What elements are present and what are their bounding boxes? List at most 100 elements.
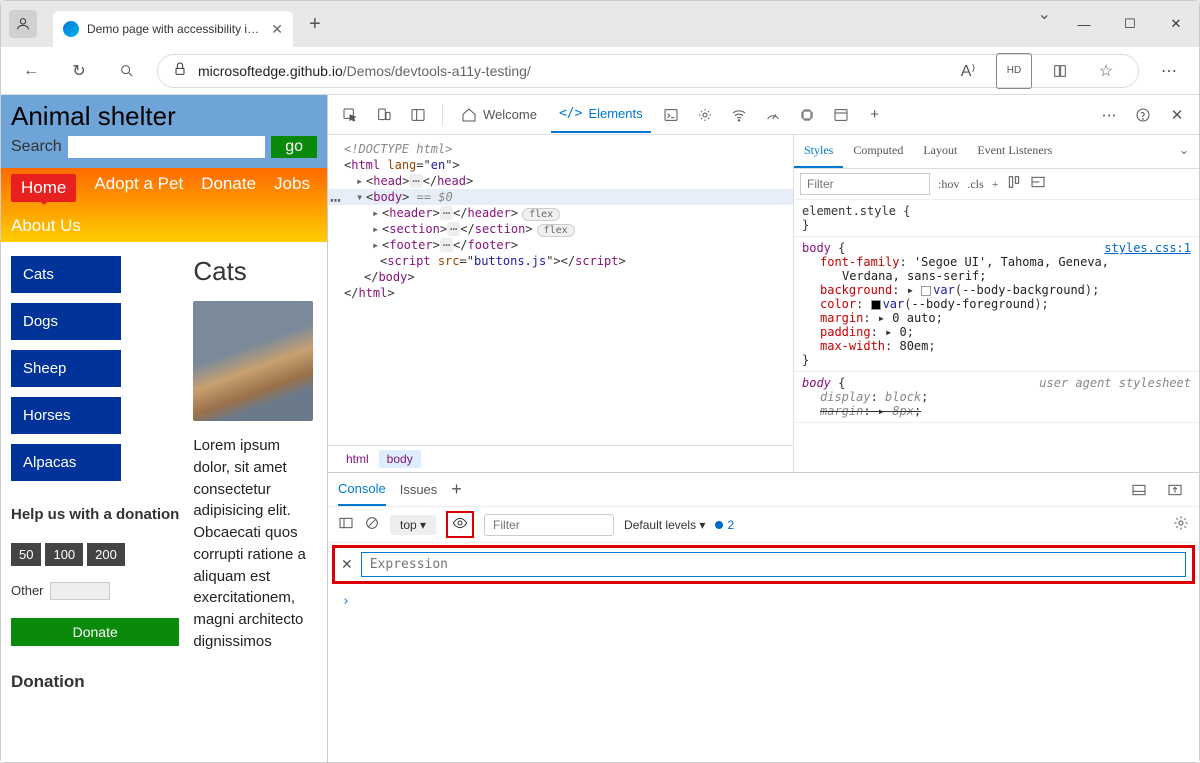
rendered-page: Animal shelter Search go Home Adopt a Pe…	[1, 95, 327, 762]
refresh-button[interactable]: ↻	[61, 53, 97, 89]
edge-favicon	[63, 21, 79, 37]
application-icon[interactable]	[827, 101, 855, 129]
dock-icon[interactable]	[404, 101, 432, 129]
go-button[interactable]: go	[271, 136, 317, 158]
layout-tab[interactable]: Layout	[913, 135, 967, 168]
nav-about[interactable]: About Us	[11, 216, 81, 236]
computed-toggle-icon[interactable]	[1030, 174, 1046, 194]
donate-button[interactable]: Donate	[11, 618, 179, 646]
elements-tab[interactable]: </>Elements	[551, 96, 651, 133]
favorite-icon[interactable]: ☆	[1088, 53, 1124, 89]
search-input[interactable]	[68, 136, 266, 158]
url-text: microsoftedge.github.io/Demos/devtools-a…	[198, 63, 940, 79]
live-expression-row: ✕	[332, 545, 1195, 584]
memory-icon[interactable]	[793, 101, 821, 129]
maximize-button[interactable]: ☐	[1107, 4, 1153, 44]
console-icon[interactable]	[657, 101, 685, 129]
issues-tab[interactable]: Issues	[400, 474, 438, 505]
browser-toolbar: ← ↻ microsoftedge.github.io/Demos/devtoo…	[1, 47, 1199, 95]
console-filter-input[interactable]	[484, 514, 614, 536]
sidebar-horses[interactable]: Horses	[11, 397, 121, 434]
tab-title: Demo page with accessibility issu	[87, 22, 263, 36]
css-source-link[interactable]: styles.css:1	[1104, 241, 1191, 255]
crumb-html[interactable]: html	[338, 450, 377, 468]
flex-editor-icon[interactable]	[1006, 174, 1022, 194]
titlebar: Demo page with accessibility issu ✕ + ⌄ …	[1, 1, 1199, 47]
url-bar[interactable]: microsoftedge.github.io/Demos/devtools-a…	[157, 54, 1139, 88]
styles-panel: Styles Computed Layout Event Listeners ⌄…	[793, 135, 1199, 472]
amount-50[interactable]: 50	[11, 543, 41, 566]
hd-icon[interactable]: HD	[996, 53, 1032, 89]
live-expression-input[interactable]	[361, 552, 1186, 577]
drawer-dock-icon[interactable]	[1125, 476, 1153, 504]
live-expression-button[interactable]	[446, 511, 474, 538]
profile-icon[interactable]	[9, 10, 37, 38]
drawer-add-icon[interactable]: +	[451, 479, 462, 500]
lorem-text: Lorem ipsum dolor, sit amet consectetur …	[193, 435, 317, 653]
hov-button[interactable]: :hov	[938, 177, 959, 192]
amount-100[interactable]: 100	[45, 543, 83, 566]
nav-home[interactable]: Home	[11, 174, 76, 202]
cat-image	[193, 301, 313, 421]
crumb-body[interactable]: body	[379, 450, 421, 468]
devtools-close-icon[interactable]: ✕	[1163, 101, 1191, 129]
page-heading: Cats	[193, 256, 317, 287]
sidebar-alpacas[interactable]: Alpacas	[11, 444, 121, 481]
sidebar-cats[interactable]: Cats	[11, 256, 121, 293]
browser-tab[interactable]: Demo page with accessibility issu ✕	[53, 11, 293, 47]
new-tab-button[interactable]: +	[297, 13, 333, 36]
search-button[interactable]	[109, 53, 145, 89]
new-rule-icon[interactable]: +	[992, 177, 999, 192]
breadcrumbs: html body	[328, 445, 793, 472]
nav-donate[interactable]: Donate	[201, 174, 256, 202]
welcome-tab[interactable]: Welcome	[453, 97, 545, 133]
reader-icon[interactable]	[1042, 53, 1078, 89]
log-levels[interactable]: Default levels ▾	[624, 518, 705, 532]
sidebar-toggle-icon[interactable]	[338, 515, 354, 534]
read-aloud-icon[interactable]: A⁾	[950, 53, 986, 89]
amount-200[interactable]: 200	[87, 543, 125, 566]
styles-tab[interactable]: Styles	[794, 135, 843, 168]
context-selector[interactable]: top ▾	[390, 515, 436, 535]
sidebar-sheep[interactable]: Sheep	[11, 350, 121, 387]
dom-tree[interactable]: <!DOCTYPE html> <html lang="en"> ▸<head>…	[328, 135, 793, 445]
main-nav: Home Adopt a Pet Donate Jobs About Us	[1, 168, 327, 242]
inspect-icon[interactable]	[336, 101, 364, 129]
other-input[interactable]	[50, 582, 110, 600]
devtools-more-icon[interactable]: ⋯	[1095, 101, 1123, 129]
donation-heading: Donation	[11, 672, 179, 692]
minimize-button[interactable]: ―	[1061, 4, 1107, 44]
device-toggle-icon[interactable]	[370, 101, 398, 129]
nav-jobs[interactable]: Jobs	[274, 174, 310, 202]
ua-label: user agent stylesheet	[1039, 376, 1191, 390]
event-listeners-tab[interactable]: Event Listeners	[967, 135, 1062, 168]
cls-button[interactable]: .cls	[967, 177, 983, 192]
drawer-expand-icon[interactable]	[1161, 476, 1189, 504]
performance-icon[interactable]	[759, 101, 787, 129]
sidebar-dogs[interactable]: Dogs	[11, 303, 121, 340]
help-icon[interactable]	[1129, 101, 1157, 129]
console-drawer: Console Issues + top ▾ Default levels ▾	[328, 472, 1199, 762]
more-tabs-icon[interactable]: +	[861, 101, 889, 129]
console-tab[interactable]: Console	[338, 473, 386, 506]
sources-icon[interactable]	[691, 101, 719, 129]
element-style-selector[interactable]: element.style {	[802, 204, 1191, 218]
computed-tab[interactable]: Computed	[843, 135, 913, 168]
devtools: Welcome </>Elements + ⋯ ✕ <!DOCTYPE html…	[327, 95, 1199, 762]
console-prompt[interactable]: ›	[328, 586, 1199, 617]
other-label: Other	[11, 583, 44, 598]
live-close-icon[interactable]: ✕	[341, 556, 353, 573]
close-window-button[interactable]: ✕	[1153, 4, 1199, 44]
help-title: Help us with a donation	[11, 505, 179, 525]
more-button[interactable]: ⋯	[1151, 53, 1187, 89]
network-icon[interactable]	[725, 101, 753, 129]
nav-adopt[interactable]: Adopt a Pet	[94, 174, 183, 202]
styles-filter-input[interactable]	[800, 173, 930, 195]
styles-more-icon[interactable]: ⌄	[1169, 135, 1199, 168]
tab-close-icon[interactable]: ✕	[271, 21, 283, 38]
console-settings-icon[interactable]	[1173, 515, 1189, 534]
clear-console-icon[interactable]	[364, 515, 380, 534]
window-chevron-icon[interactable]: ⌄	[1028, 4, 1061, 44]
issues-indicator[interactable]: 2	[715, 518, 734, 532]
back-button[interactable]: ←	[13, 53, 49, 89]
